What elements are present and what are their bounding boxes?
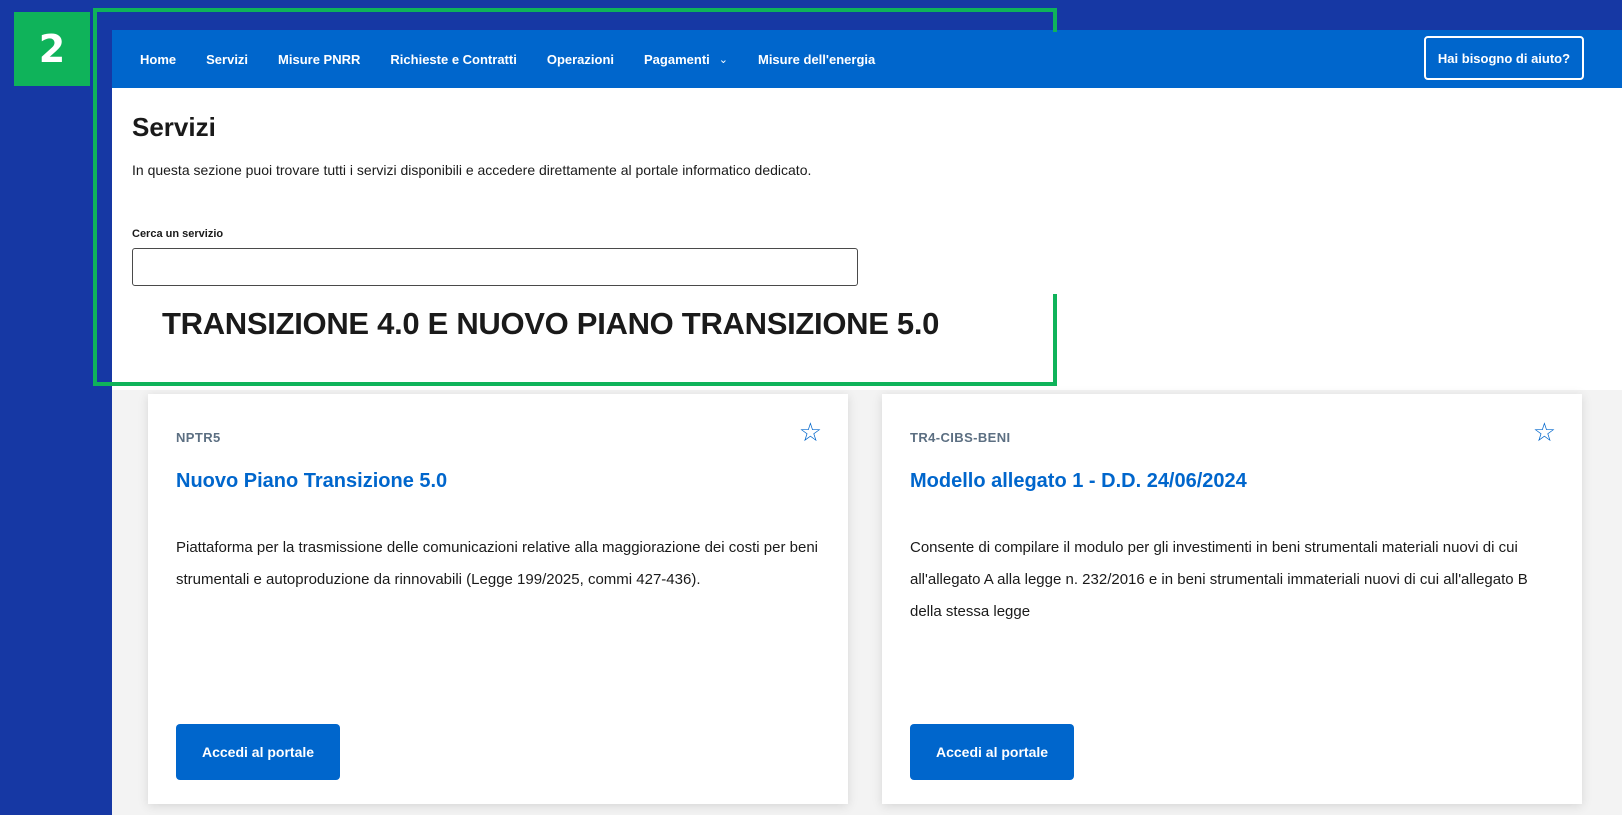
access-portal-button[interactable]: Accedi al portale — [910, 724, 1075, 780]
card-title[interactable]: Modello allegato 1 - D.D. 24/06/2024 — [910, 470, 1247, 493]
highlight-frame-edge — [1053, 8, 1057, 32]
card-description: Consente di compilare il modulo per gli … — [910, 539, 1528, 620]
card-description: Piattaforma per la trasmissione delle co… — [176, 539, 818, 588]
section-heading: TRANSIZIONE 4.0 E NUOVO PIANO TRANSIZION… — [162, 306, 940, 341]
nav-item-misure-energia[interactable]: Misure dell'energia — [758, 52, 875, 67]
page-description: In questa sezione puoi trovare tutti i s… — [132, 162, 812, 178]
search-label: Cerca un servizio — [132, 228, 224, 240]
nav-item-label: Pagamenti — [644, 51, 710, 67]
service-card: TR4-CIBS-BENI ☆ Modello allegato 1 - D.D… — [882, 394, 1582, 804]
nav-item-misure-pnrr[interactable]: Misure PNRR — [278, 52, 360, 67]
star-outline-icon[interactable]: ☆ — [799, 419, 822, 445]
access-portal-button[interactable]: Accedi al portale — [176, 724, 341, 780]
nav-item-servizi[interactable]: Servizi — [206, 52, 248, 67]
star-outline-icon[interactable]: ☆ — [1533, 419, 1556, 445]
step-number-badge: 2 — [14, 12, 90, 86]
chevron-down-icon: ⌄ — [718, 53, 728, 66]
nav-item-label: Misure dell'energia — [757, 51, 876, 67]
nav-item-pagamenti[interactable]: Pagamenti ⌄ — [644, 52, 728, 67]
search-input[interactable] — [132, 248, 858, 286]
service-card: NPTR5 ☆ Nuovo Piano Transizione 5.0 Piat… — [148, 394, 848, 804]
top-navbar: Home Servizi Misure PNRR Richieste e Con… — [112, 30, 1622, 88]
nav-item-label: Home — [140, 51, 177, 67]
nav-item-label: Richieste e Contratti — [390, 51, 517, 67]
help-button[interactable]: Hai bisogno di aiuto? — [1424, 36, 1584, 80]
card-title[interactable]: Nuovo Piano Transizione 5.0 — [176, 470, 447, 493]
nav-item-operazioni[interactable]: Operazioni — [547, 52, 614, 67]
nav-item-label: Servizi — [206, 51, 249, 67]
highlight-frame-edge — [1053, 294, 1057, 386]
page-title: Servizi — [132, 112, 216, 142]
nav-item-richieste-contratti[interactable]: Richieste e Contratti — [390, 52, 516, 67]
card-code: NPTR5 — [176, 430, 221, 445]
nav-item-home[interactable]: Home — [140, 52, 176, 67]
card-code: TR4-CIBS-BENI — [910, 430, 1011, 445]
nav-item-label: Misure PNRR — [278, 51, 361, 67]
nav-item-label: Operazioni — [546, 51, 615, 67]
